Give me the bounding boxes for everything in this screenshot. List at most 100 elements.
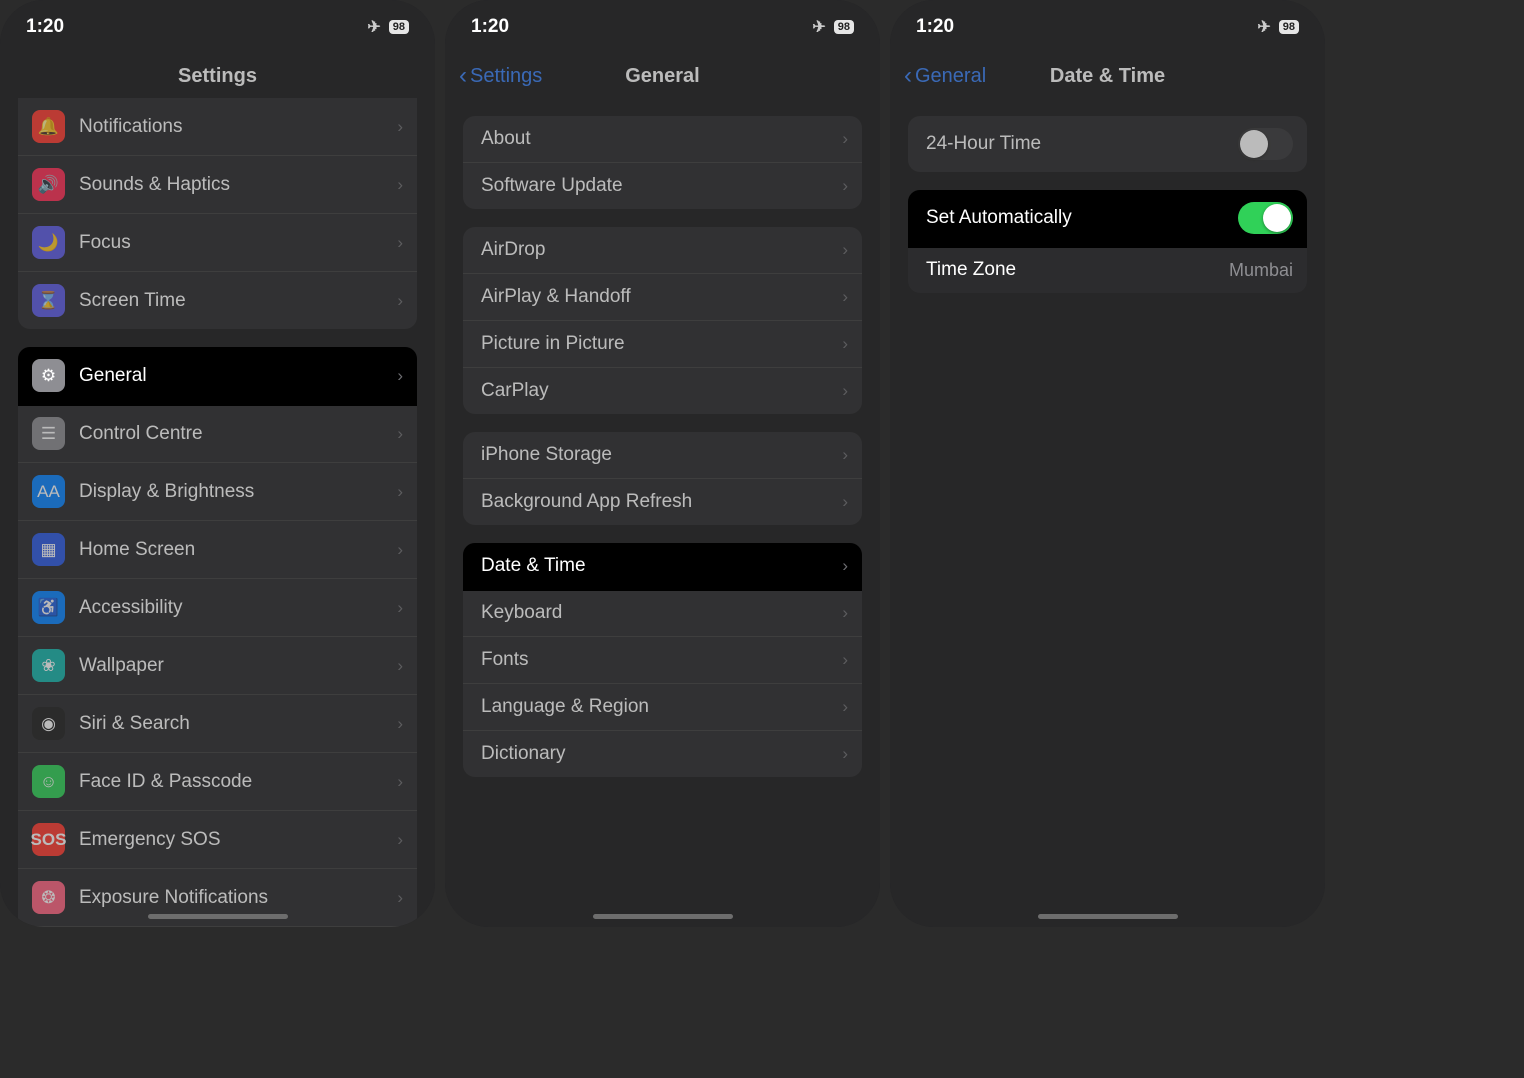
- row-label: Control Centre: [79, 423, 203, 445]
- status-time: 1:20: [26, 16, 64, 38]
- chevron-right-icon: ›: [397, 482, 403, 502]
- settings-content: 🔔 Notifications › 🔊 Sounds & Haptics › 🌙Focus›…: [0, 98, 435, 927]
- row-airplay-handoff[interactable]: AirPlay & Handoff›: [463, 273, 862, 320]
- row-picture-in-picture[interactable]: Picture in Picture›: [463, 320, 862, 367]
- home-indicator: [1038, 914, 1178, 919]
- row-airdrop[interactable]: AirDrop›: [463, 227, 862, 273]
- row-label: Accessibility: [79, 597, 182, 619]
- toggle-24-hour[interactable]: [1238, 128, 1293, 160]
- toggle-set-automatically[interactable]: [1238, 202, 1293, 234]
- row-label: About: [481, 128, 531, 150]
- sounds-haptics-icon: 🔊: [32, 168, 65, 201]
- row-24-hour-time[interactable]: 24-Hour Time: [908, 116, 1307, 172]
- row-fonts[interactable]: Fonts›: [463, 636, 862, 683]
- row-dictionary[interactable]: Dictionary›: [463, 730, 862, 777]
- chevron-right-icon: ›: [397, 291, 403, 311]
- row-label: Sounds & Haptics: [79, 174, 230, 196]
- row-accessibility[interactable]: ♿ Accessibility ›: [18, 578, 417, 636]
- row-screen-time[interactable]: ⌛ Screen Time ›: [18, 271, 417, 329]
- phone-settings: 1:20 ✈ 98 Settings 🔔Notifications›🔊Sound…: [0, 0, 435, 927]
- chevron-right-icon: ›: [397, 656, 403, 676]
- chevron-right-icon: ›: [397, 540, 403, 560]
- row-label: Display & Brightness: [79, 481, 254, 503]
- page-title: Date & Time: [1050, 65, 1165, 88]
- nav-bar: ‹ Settings General: [445, 54, 880, 98]
- row-sounds-haptics[interactable]: 🔊Sounds & Haptics›: [18, 155, 417, 213]
- row-label: Set Automatically: [926, 207, 1072, 229]
- row-time-zone[interactable]: Time Zone Mumbai: [908, 246, 1307, 293]
- settings-group-first: 🔔Notifications›🔊Sounds & Haptics›🌙Focus›…: [18, 98, 417, 329]
- row-label: Home Screen: [79, 539, 195, 561]
- row-label: Screen Time: [79, 290, 186, 312]
- row-label: Exposure Notifications: [79, 887, 268, 909]
- row-label: Notifications: [79, 116, 183, 138]
- notifications-icon: 🔔: [32, 110, 65, 143]
- row-siri-search[interactable]: ◉Siri & Search›: [18, 694, 417, 752]
- general-icon: ⚙: [32, 359, 65, 392]
- row-battery[interactable]: ▬Battery›: [18, 926, 417, 927]
- back-button[interactable]: ‹ General: [904, 62, 986, 90]
- row-language-region[interactable]: Language & Region ›: [463, 683, 862, 730]
- row-label: Siri & Search: [79, 713, 190, 735]
- back-label: Settings: [470, 65, 542, 88]
- back-button[interactable]: ‹ Settings: [459, 62, 542, 90]
- chevron-right-icon: ›: [397, 772, 403, 792]
- chevron-right-icon: ›: [842, 697, 848, 717]
- row-software-update[interactable]: Software Update›: [463, 162, 862, 209]
- row-notifications[interactable]: 🔔Notifications›: [18, 98, 417, 155]
- settings-group-second: ⚙General›☰Control Centre›AADisplay & Bri…: [18, 347, 417, 927]
- emergency-sos-icon: SOS: [32, 823, 65, 856]
- row-label: Picture in Picture: [481, 333, 625, 355]
- exposure-notifications-icon: ❂: [32, 881, 65, 914]
- status-time: 1:20: [471, 16, 509, 38]
- row-display-brightness[interactable]: AADisplay & Brightness›: [18, 462, 417, 520]
- row-carplay[interactable]: CarPlay›: [463, 367, 862, 414]
- page-title: General: [625, 65, 699, 88]
- status-time: 1:20: [916, 16, 954, 38]
- row-control-centre[interactable]: ☰ Control Centre ›: [18, 404, 417, 462]
- row-label: Focus: [79, 232, 131, 254]
- row-focus[interactable]: 🌙Focus›: [18, 213, 417, 271]
- row-general[interactable]: ⚙General›: [18, 347, 417, 404]
- row-wallpaper[interactable]: ❀ Wallpaper ›: [18, 636, 417, 694]
- chevron-right-icon: ›: [842, 492, 848, 512]
- row-label: Date & Time: [481, 555, 586, 577]
- row-face-id-passcode[interactable]: ☺Face ID & Passcode›: [18, 752, 417, 810]
- airplane-icon: ✈: [812, 17, 825, 37]
- general-group-airdrop: AirDrop›AirPlay & Handoff›Picture in Pic…: [463, 227, 862, 414]
- row-about[interactable]: About›: [463, 116, 862, 162]
- row-iphone-storage[interactable]: iPhone Storage›: [463, 432, 862, 478]
- row-emergency-sos[interactable]: SOSEmergency SOS›: [18, 810, 417, 868]
- row-label: Time Zone: [926, 259, 1016, 281]
- general-group-storage: iPhone Storage›Background App Refresh›: [463, 432, 862, 525]
- time-zone-value: Mumbai: [1229, 260, 1293, 281]
- row-label: AirPlay & Handoff: [481, 286, 631, 308]
- row-date-time[interactable]: Date & Time ›: [463, 543, 862, 589]
- row-label: 24-Hour Time: [926, 133, 1041, 155]
- screen-time-icon: ⌛: [32, 284, 65, 317]
- row-label: AirDrop: [481, 239, 545, 261]
- chevron-right-icon: ›: [842, 381, 848, 401]
- phone-general: 1:20 ✈ 98 ‹ Settings General About›Softw…: [445, 0, 880, 927]
- row-label: Wallpaper: [79, 655, 164, 677]
- chevron-right-icon: ›: [397, 598, 403, 618]
- home-screen-icon: ▦: [32, 533, 65, 566]
- row-label: Keyboard: [481, 602, 562, 624]
- row-home-screen[interactable]: ▦ Home Screen ›: [18, 520, 417, 578]
- general-group-about: About›Software Update›: [463, 116, 862, 209]
- control-centre-icon: ☰: [32, 417, 65, 450]
- accessibility-icon: ♿: [32, 591, 65, 624]
- chevron-right-icon: ›: [397, 888, 403, 908]
- row-label: Language & Region: [481, 696, 649, 718]
- row-background-app-refresh[interactable]: Background App Refresh›: [463, 478, 862, 525]
- row-set-automatically[interactable]: Set Automatically: [908, 190, 1307, 246]
- chevron-right-icon: ›: [397, 424, 403, 444]
- row-keyboard[interactable]: Keyboard ›: [463, 589, 862, 636]
- home-indicator: [593, 914, 733, 919]
- page-title: Settings: [178, 65, 257, 88]
- siri-search-icon: ◉: [32, 707, 65, 740]
- chevron-right-icon: ›: [842, 603, 848, 623]
- chevron-right-icon: ›: [842, 556, 848, 576]
- row-label: General: [79, 365, 147, 387]
- wallpaper-icon: ❀: [32, 649, 65, 682]
